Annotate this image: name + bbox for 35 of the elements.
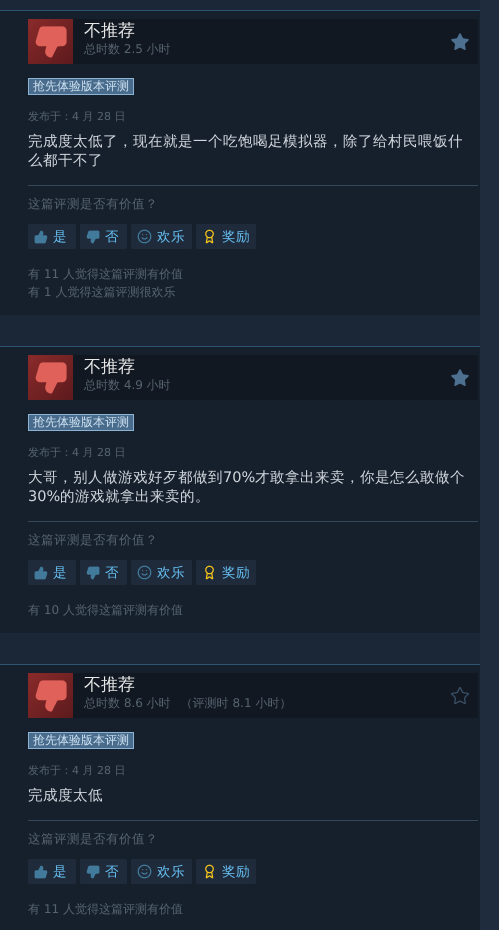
post-date: 发布于：4 月 28 日	[28, 445, 126, 460]
helpful-question: 这篇评测是否有价值？	[28, 831, 159, 847]
vote-button[interactable]: 是	[28, 859, 76, 884]
vote-button[interactable]: 欢乐	[131, 224, 192, 249]
helpful-question: 这篇评测是否有价值？	[28, 196, 159, 212]
post-date: 发布于：4 月 28 日	[28, 763, 126, 778]
review-text: 完成度太低	[28, 787, 104, 806]
vote-button[interactable]: 欢乐	[131, 560, 192, 585]
vote-button[interactable]: 是	[28, 560, 76, 585]
vote-button[interactable]: 否	[80, 859, 127, 884]
vote-button[interactable]: 奖励	[196, 224, 256, 249]
vote-count: 有 11 人觉得这篇评测有价值	[28, 901, 184, 918]
helpful-question: 这篇评测是否有价值？	[28, 532, 159, 548]
playtime: 总时数 8.6 小时	[84, 695, 171, 711]
vote-button[interactable]: 奖励	[196, 859, 256, 884]
vote-button[interactable]: 否	[80, 560, 127, 585]
vote-button[interactable]: 奖励	[196, 560, 256, 585]
review-verdict: 不推荐	[84, 21, 136, 41]
review-text: 完成度太低了，现在就是一个吃饱喝足模拟器，除了给村民喂饭什么都干不了	[28, 133, 464, 171]
early-access-tag: 抢先体验版本评测	[28, 414, 134, 431]
playtime: 总时数 4.9 小时	[84, 377, 171, 393]
vote-button[interactable]: 欢乐	[131, 859, 192, 884]
post-date: 发布于：4 月 28 日	[28, 109, 126, 124]
playtime: 总时数 2.5 小时	[84, 41, 171, 57]
review-verdict: 不推荐	[84, 675, 136, 695]
vote-button[interactable]: 是	[28, 224, 76, 249]
review-playtime: （评测时 8.1 小时）	[180, 695, 292, 711]
vote-count: 有 10 人觉得这篇评测有价值	[28, 602, 184, 619]
early-access-tag: 抢先体验版本评测	[28, 732, 134, 749]
review-verdict: 不推荐	[84, 357, 136, 377]
early-access-tag: 抢先体验版本评测	[28, 78, 134, 95]
review-text: 大哥，别人做游戏好歹都做到70%才敢拿出来卖，你是怎么敢做个30%的游戏就拿出来卖的。	[28, 469, 466, 507]
vote-count: 有 1 人觉得这篇评测很欢乐	[28, 284, 176, 301]
vote-button[interactable]: 否	[80, 224, 127, 249]
vote-count: 有 11 人觉得这篇评测有价值	[28, 266, 184, 283]
